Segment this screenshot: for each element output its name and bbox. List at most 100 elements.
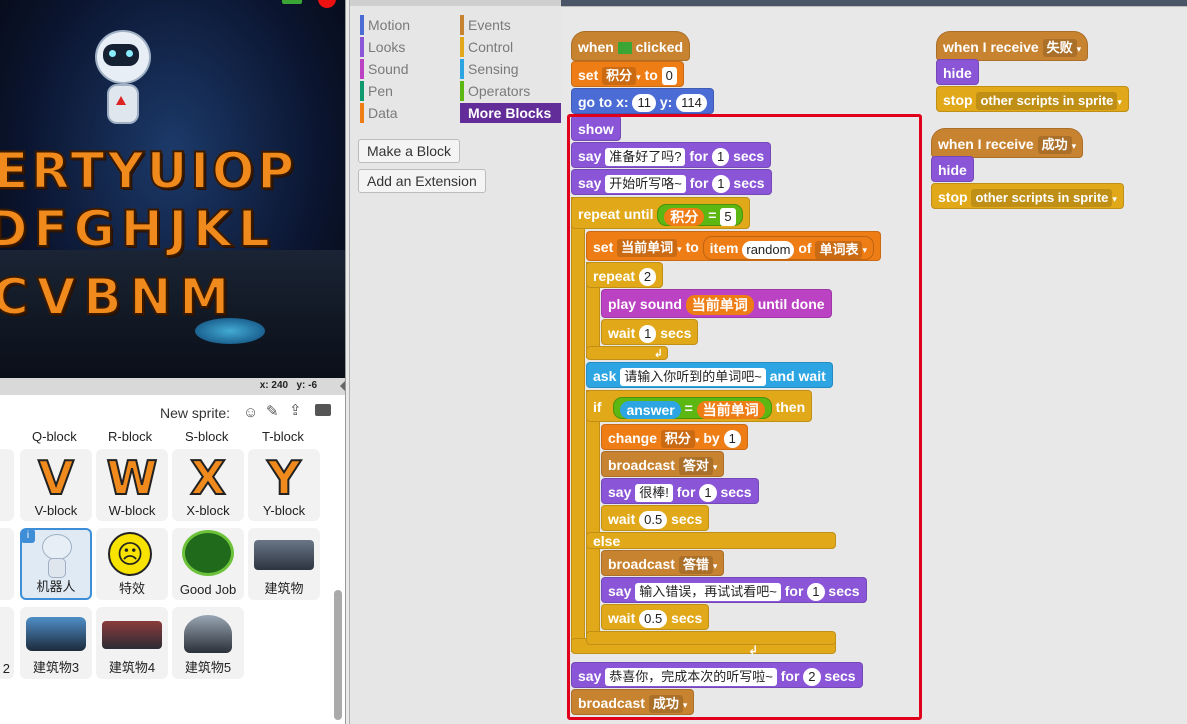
category-pen[interactable]: Pen xyxy=(360,81,393,101)
message-dropdown[interactable]: 成功 xyxy=(1037,136,1072,155)
script-top-border xyxy=(561,6,1187,7)
stop-option-dropdown[interactable]: other scripts in sprite xyxy=(976,92,1118,111)
sprite-tile-partial[interactable] xyxy=(0,528,14,600)
sprite-label: 建筑物4 xyxy=(108,660,156,675)
building5-thumb xyxy=(184,615,232,653)
sprite-tile-building5[interactable]: 建筑物5 xyxy=(172,607,244,679)
value-input[interactable]: 0 xyxy=(661,67,677,86)
set-variable-block[interactable]: set 积分 ▾ to 0 xyxy=(571,61,684,87)
category-color xyxy=(460,103,464,123)
stop-option-dropdown[interactable]: other scripts in sprite xyxy=(971,189,1113,208)
new-sprite-label: New sprite: xyxy=(160,405,231,421)
block-text: y: xyxy=(659,94,673,110)
sprite-pane: New sprite: ☺ ✎ ⇪ Q-block R-block S-bloc… xyxy=(0,395,346,724)
category-sensing[interactable]: Sensing xyxy=(460,59,519,79)
sprite-tile-good-job[interactable]: Good Job xyxy=(172,528,244,600)
upload-icon[interactable]: ⇪ xyxy=(289,401,302,419)
sprite-tile-building4[interactable]: 建筑物4 xyxy=(96,607,168,679)
when-i-receive-block[interactable]: when I receive 失败 ▾ xyxy=(936,31,1089,61)
sprite-label: X-block xyxy=(186,503,230,518)
sprite-label-t: T-block xyxy=(262,431,304,444)
block-text: hide xyxy=(938,162,967,178)
block-text: stop xyxy=(938,189,968,205)
sprite-label: 建筑物 xyxy=(264,581,304,596)
building-thumb xyxy=(254,540,314,570)
category-color xyxy=(460,81,464,101)
green-flag-icon[interactable] xyxy=(282,0,302,4)
keyboard-row-2: DFGHJKL xyxy=(0,199,276,259)
category-motion[interactable]: Motion xyxy=(360,15,410,35)
sprite-tile-w[interactable]: W W-block xyxy=(96,449,168,521)
sprite-tile-building[interactable]: 建筑物 xyxy=(248,528,320,600)
category-looks[interactable]: Looks xyxy=(360,37,405,57)
add-extension-button[interactable]: Add an Extension xyxy=(358,169,486,193)
camera-icon[interactable] xyxy=(315,404,331,416)
when-i-receive-block[interactable]: when I receive 成功 ▾ xyxy=(931,128,1084,158)
category-label: Sound xyxy=(368,61,409,77)
keyboard-row-3: CVBNM xyxy=(0,267,238,327)
collapse-arrow-icon[interactable] xyxy=(340,381,345,391)
category-color xyxy=(360,103,364,123)
sprite-label: V-block xyxy=(34,503,78,518)
stop-block[interactable]: stop other scripts in sprite ▾ xyxy=(931,183,1124,209)
hide-block[interactable]: hide xyxy=(931,156,974,182)
variable-dropdown[interactable]: 积分 xyxy=(602,67,637,86)
x-input[interactable]: 11 xyxy=(632,94,656,113)
sprite-tile-robot[interactable]: i 机器人 xyxy=(20,528,92,600)
category-events[interactable]: Events xyxy=(460,15,511,35)
sprite-list-scrollbar[interactable] xyxy=(334,590,342,720)
make-a-block-button[interactable]: Make a Block xyxy=(358,139,461,163)
sad-face-icon: ☹ xyxy=(108,532,152,576)
paint-brush-icon[interactable]: ✎ xyxy=(266,402,279,420)
stop-block[interactable]: stop other scripts in sprite ▾ xyxy=(936,86,1129,112)
highlight-box xyxy=(567,114,922,720)
sprite-thumb-w: W xyxy=(106,451,159,505)
coord-y: y: -6 xyxy=(296,380,317,391)
category-label: Sensing xyxy=(468,61,519,77)
y-input[interactable]: 114 xyxy=(676,94,707,113)
stage[interactable]: ERTYUIOP DFGHJKL CVBNM xyxy=(0,0,346,378)
category-control[interactable]: Control xyxy=(460,37,513,57)
robot-sprite[interactable] xyxy=(85,30,157,130)
coord-x: x: 240 xyxy=(259,380,289,391)
message-dropdown[interactable]: 失败 xyxy=(1042,39,1077,58)
sprite-tile-x[interactable]: X X-block xyxy=(172,449,244,521)
when-flag-clicked-block[interactable]: when clicked xyxy=(571,31,691,61)
category-label: Looks xyxy=(368,39,406,55)
block-text: go to x: xyxy=(578,94,629,110)
go-to-xy-block[interactable]: go to x: 11 y: 114 xyxy=(571,88,714,114)
category-color xyxy=(460,15,464,35)
category-sound[interactable]: Sound xyxy=(360,59,408,79)
good-job-badge-icon xyxy=(182,530,234,576)
sprite-tile-y[interactable]: Y Y-block xyxy=(248,449,320,521)
block-text: stop xyxy=(943,92,973,108)
palette-tab-strip xyxy=(350,0,561,6)
category-color xyxy=(460,37,464,57)
block-text: hide xyxy=(943,65,972,81)
sprite-thumb-v: V xyxy=(37,451,75,505)
category-label: Control xyxy=(468,39,514,55)
info-icon[interactable]: i xyxy=(21,529,35,543)
sprite-tile-partial[interactable]: 2 xyxy=(0,607,14,679)
sprite-library-icon[interactable]: ☺ xyxy=(243,404,258,421)
category-label: More Blocks xyxy=(468,105,552,121)
category-color xyxy=(360,37,364,57)
category-data[interactable]: Data xyxy=(360,103,398,123)
hide-block[interactable]: hide xyxy=(936,59,979,85)
mouse-coordinates: x: 240 y: -6 xyxy=(260,380,317,391)
building4-thumb xyxy=(102,621,162,649)
category-label: Events xyxy=(468,17,511,33)
sprite-label: 建筑物3 xyxy=(32,660,80,675)
sprite-tile-building3[interactable]: 建筑物3 xyxy=(20,607,92,679)
category-label: Pen xyxy=(368,83,393,99)
sprite-tile-v[interactable]: V V-block xyxy=(20,449,92,521)
category-more-blocks[interactable]: More Blocks xyxy=(460,103,561,123)
sprite-label-q: Q-block xyxy=(32,431,77,444)
category-color xyxy=(360,59,364,79)
building3-thumb xyxy=(26,617,86,651)
category-operators[interactable]: Operators xyxy=(460,81,530,101)
sprite-label: 建筑物5 xyxy=(184,660,232,675)
sprite-tile-partial[interactable] xyxy=(0,449,14,521)
sprite-label: Y-block xyxy=(262,503,306,518)
sprite-tile-effect[interactable]: ☹ 特效 xyxy=(96,528,168,600)
